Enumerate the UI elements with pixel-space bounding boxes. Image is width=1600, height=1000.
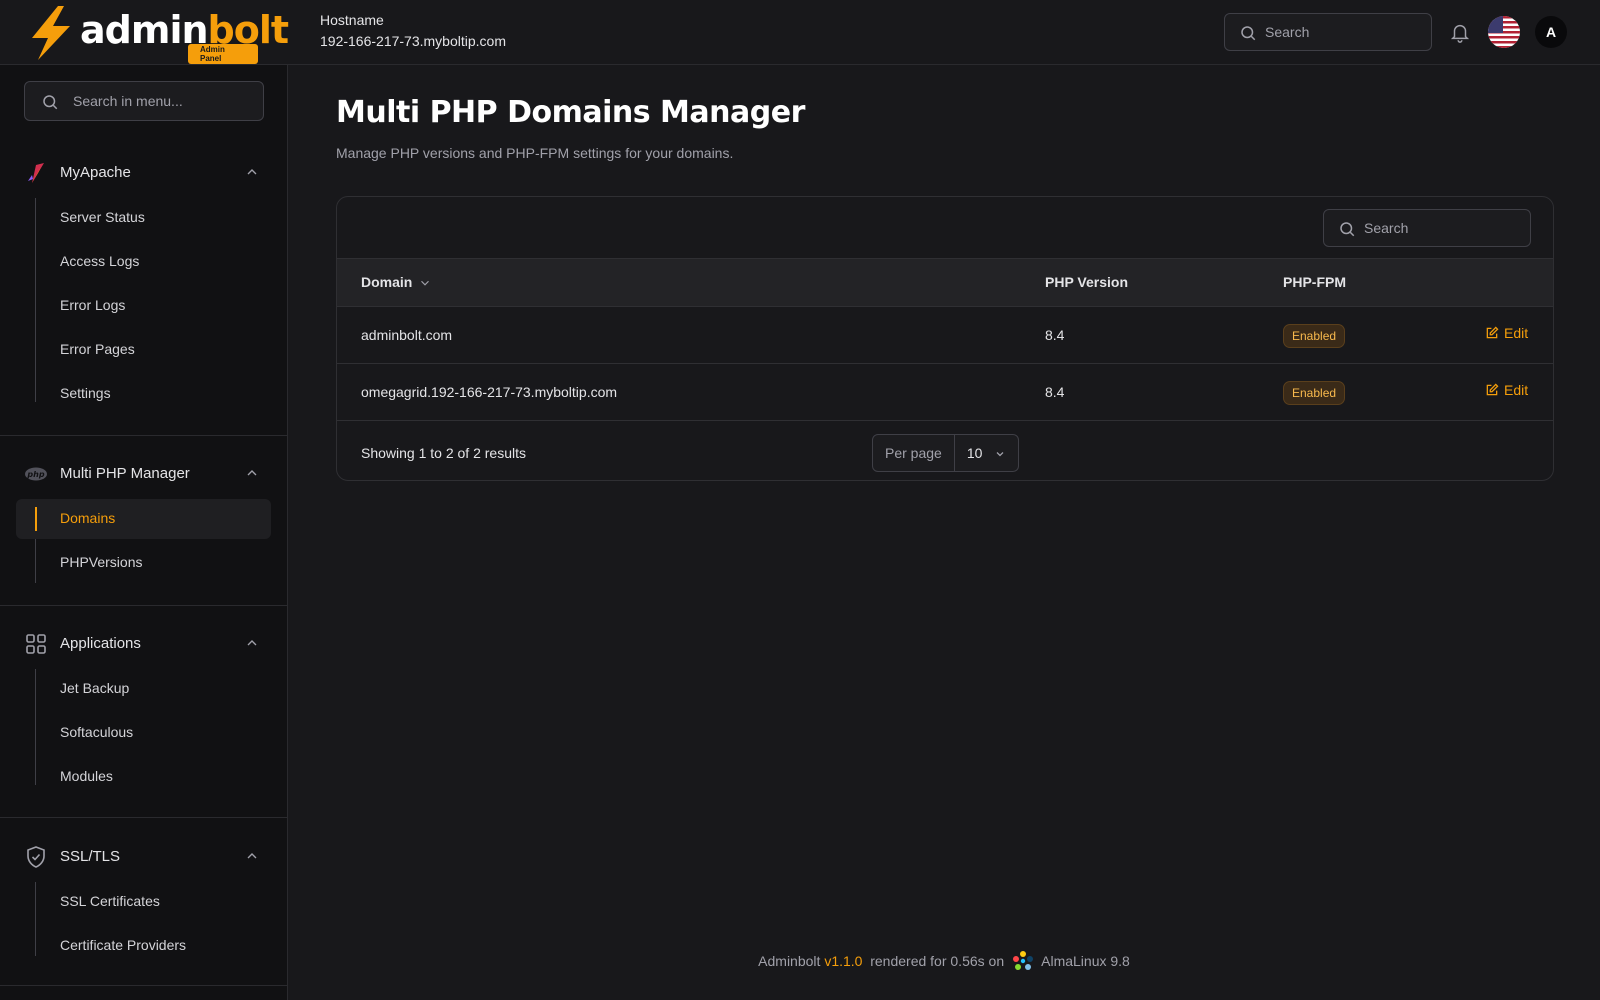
- page-subtitle: Manage PHP versions and PHP-FPM settings…: [336, 145, 734, 161]
- domain-cell: omegagrid.192-166-217-73.myboltip.com: [361, 384, 618, 400]
- sidebar: MyApache Server Status Access Logs Error…: [0, 65, 288, 1000]
- main-content: Multi PHP Domains Manager Manage PHP ver…: [288, 65, 1600, 1000]
- global-search[interactable]: [1224, 13, 1432, 51]
- sidebar-item-jet-backup[interactable]: Jet Backup: [16, 669, 271, 709]
- pagination-bar: Showing 1 to 2 of 2 results Per page 10: [337, 423, 1553, 480]
- chevron-down-icon: [421, 281, 430, 286]
- table-row: adminbolt.com 8.4 Enabled Edit: [337, 307, 1553, 364]
- us-flag-icon[interactable]: [1488, 16, 1520, 48]
- status-badge: Enabled: [1283, 324, 1346, 348]
- grid-icon: [26, 634, 46, 654]
- sidebar-group-title: Multi PHP Manager: [60, 465, 190, 482]
- sidebar-item-softaculous[interactable]: Softaculous: [16, 713, 271, 753]
- edit-icon: [1486, 326, 1499, 339]
- table-search-input[interactable]: [1364, 210, 1524, 246]
- column-header-php-version: PHP Version: [1045, 274, 1129, 290]
- column-header-php-fpm: PHP-FPM: [1283, 274, 1346, 290]
- status-badge: Enabled: [1283, 381, 1346, 405]
- sidebar-group-title: Applications: [60, 635, 141, 652]
- menu-search-input[interactable]: [73, 82, 253, 120]
- sidebar-item-access-logs[interactable]: Access Logs: [16, 242, 271, 282]
- chevron-up-icon: [247, 853, 257, 859]
- sidebar-divider: [0, 435, 287, 436]
- sidebar-item-error-logs[interactable]: Error Logs: [16, 286, 271, 326]
- per-page-select[interactable]: Per page 10: [872, 434, 1019, 472]
- page-title: Multi PHP Domains Manager: [336, 95, 805, 130]
- search-icon: [1340, 222, 1355, 237]
- sidebar-item-ssl-certificates[interactable]: SSL Certificates: [16, 882, 271, 922]
- sidebar-group-header-myapache[interactable]: MyApache: [0, 154, 287, 190]
- sidebar-item-modules[interactable]: Modules: [16, 757, 271, 797]
- logo-badge: Admin Panel: [188, 44, 258, 64]
- sidebar-divider: [0, 605, 287, 606]
- chevron-up-icon: [247, 640, 257, 646]
- sidebar-item-settings[interactable]: Settings: [16, 374, 271, 414]
- top-bar: adminbolt Admin Panel Hostname 192-166-2…: [0, 0, 1600, 65]
- sidebar-group-header-ssl[interactable]: SSL/TLS: [0, 838, 287, 874]
- hostname-label: Hostname: [320, 12, 384, 28]
- search-icon: [1241, 26, 1256, 41]
- sidebar-divider: [0, 985, 287, 986]
- domain-cell: adminbolt.com: [361, 327, 453, 343]
- per-page-dropdown[interactable]: 10: [955, 435, 1018, 471]
- sidebar-item-domains[interactable]: Domains: [16, 499, 271, 539]
- php-version-cell: 8.4: [1045, 327, 1065, 343]
- table-row: omegagrid.192-166-217-73.myboltip.com 8.…: [337, 364, 1553, 421]
- per-page-label: Per page: [873, 435, 955, 471]
- sidebar-item-phpversions[interactable]: PHPVersions: [16, 543, 271, 583]
- edit-button[interactable]: Edit: [1485, 325, 1528, 341]
- hostname-block: Hostname 192-166-217-73.myboltip.com: [320, 12, 506, 49]
- apache-feather-icon: [28, 163, 44, 183]
- edit-button[interactable]: Edit: [1485, 382, 1528, 398]
- sidebar-item-certificate-providers[interactable]: Certificate Providers: [16, 926, 271, 966]
- sidebar-group-title: MyApache: [60, 164, 131, 181]
- chevron-down-icon: [996, 452, 1004, 457]
- sidebar-group-header-applications[interactable]: Applications: [0, 625, 287, 661]
- chevron-up-icon: [247, 470, 257, 476]
- edit-icon: [1486, 383, 1499, 396]
- shield-check-icon: [27, 846, 45, 868]
- column-header-domain[interactable]: Domain: [361, 274, 432, 290]
- adminbolt-logo[interactable]: adminbolt Admin Panel: [28, 6, 289, 64]
- bell-icon[interactable]: [1449, 20, 1471, 44]
- domains-table-card: Domain PHP Version PHP-FPM adminbolt.com…: [336, 196, 1554, 481]
- php-version-cell: 8.4: [1045, 384, 1065, 400]
- hostname-value: 192-166-217-73.myboltip.com: [320, 33, 506, 49]
- sidebar-group-title: SSL/TLS: [60, 848, 121, 865]
- table-header: Domain PHP Version PHP-FPM: [337, 258, 1553, 307]
- version-link[interactable]: v1.1.0: [824, 953, 862, 969]
- page-footer: Adminbolt v1.1.0 rendered for 0.56s on A…: [288, 949, 1600, 973]
- global-search-input[interactable]: [1265, 14, 1425, 50]
- sidebar-group-header-multi-php[interactable]: php Multi PHP Manager: [0, 455, 287, 491]
- table-search[interactable]: [1323, 209, 1531, 247]
- sidebar-item-server-status[interactable]: Server Status: [16, 198, 271, 238]
- sidebar-divider: [0, 817, 287, 818]
- search-icon: [43, 95, 58, 110]
- svg-text:php: php: [26, 470, 44, 479]
- bolt-logo-icon: [32, 6, 70, 60]
- php-icon: php: [25, 467, 47, 481]
- sidebar-item-error-pages[interactable]: Error Pages: [16, 330, 271, 370]
- results-count: Showing 1 to 2 of 2 results: [361, 445, 526, 461]
- chevron-up-icon: [247, 169, 257, 175]
- menu-search[interactable]: [24, 81, 264, 121]
- avatar[interactable]: A: [1535, 16, 1567, 48]
- almalinux-icon: [1013, 951, 1033, 970]
